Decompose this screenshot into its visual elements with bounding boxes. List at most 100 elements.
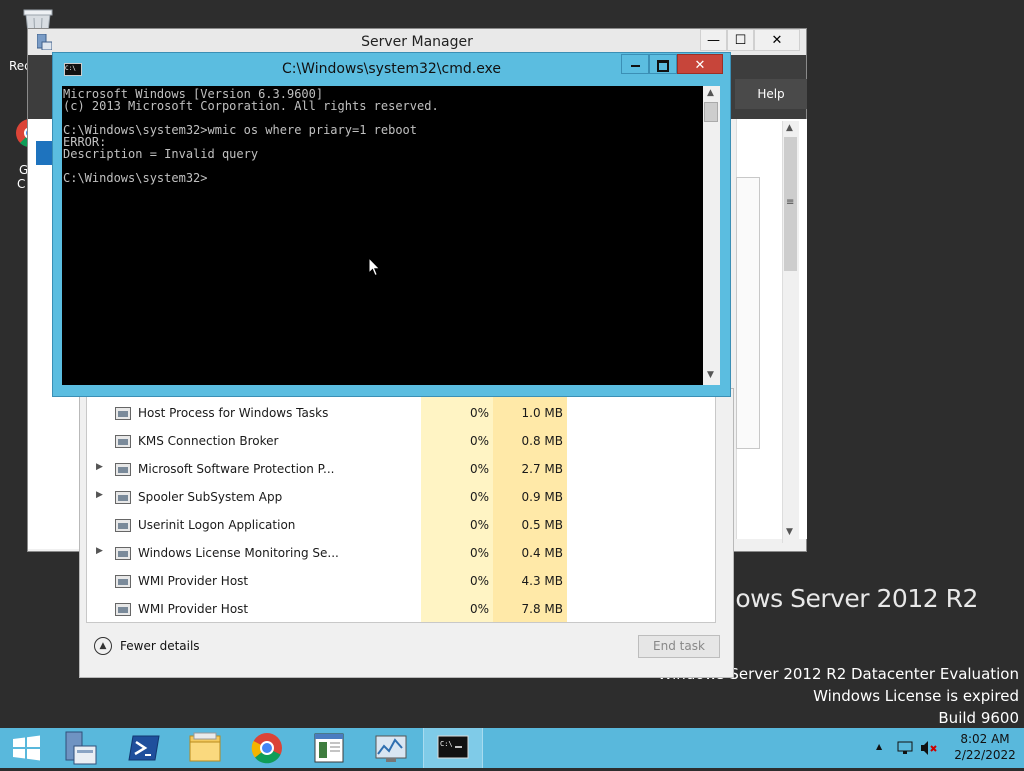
server-manager-minimize-button[interactable]: — [700,29,727,51]
process-name: Host Process for Windows Tasks [138,406,329,420]
start-icon [13,735,40,761]
cmd-taskbar-button[interactable]: C:\ [423,728,483,768]
taskbar: C:\ ▲ 8:02 AM 2/22/2022 [0,728,1024,768]
cmd-close-button[interactable]: ✕ [677,54,723,74]
server-manager-taskbar-button[interactable] [52,728,110,768]
process-name: Microsoft Software Protection P... [138,462,335,476]
process-memory: 0.4 MB [521,546,563,560]
scroll-down-icon[interactable]: ▼ [707,370,714,380]
process-name: Spooler SubSystem App [138,490,283,504]
mouse-cursor [368,256,381,280]
server-manager-maximize-button[interactable]: ☐ [727,29,754,51]
process-cpu: 0% [469,518,489,532]
volume-muted-icon[interactable] [920,740,938,759]
collapse-chevron-icon: ▲ [94,637,112,655]
gear-app-icon [115,603,131,616]
process-cpu: 0% [469,434,489,448]
cmd-minimize-button[interactable] [621,54,649,74]
scroll-grip-icon: ≡ [786,197,795,208]
svg-text:C:\: C:\ [440,740,453,748]
clock-time: 8:02 AM [960,732,1010,746]
process-cpu: 0% [469,490,489,504]
fewer-details-label: Fewer details [120,639,200,653]
process-memory: 0.9 MB [521,490,563,504]
app-icon [115,407,131,420]
process-name: Userinit Logon Application [138,518,296,532]
scroll-up-icon[interactable]: ▲ [707,88,714,98]
process-row[interactable]: WMI Provider Host 0% 7.8 MB [87,596,715,622]
process-memory: 0.8 MB [521,434,563,448]
printer-icon [115,491,131,504]
server-manager-close-button[interactable]: ✕ [754,29,800,51]
help-menu[interactable]: Help [735,79,807,109]
app-icon [115,547,131,560]
powershell-icon [128,735,160,761]
chrome-icon [251,733,282,764]
process-row[interactable]: KMS Connection Broker 0% 0.8 MB [87,428,715,456]
process-cpu: 0% [469,574,489,588]
clock-date: 2/22/2022 [954,748,1016,762]
end-task-button[interactable]: End task [638,635,720,658]
close-icon: ✕ [694,58,706,73]
cmd-titlebar[interactable]: C:\ C:\Windows\system32\cmd.exe ✕ [53,53,730,85]
license-watermark: Windows License is expired [813,687,1019,705]
expand-chevron-icon[interactable]: ▶ [96,462,103,472]
server-manager-icon [65,731,97,765]
file-explorer-icon [189,732,221,762]
process-cpu: 0% [469,602,489,616]
process-name: KMS Connection Broker [138,434,279,448]
app-icon [115,519,131,532]
powershell-taskbar-button[interactable] [115,728,173,768]
process-memory: 7.8 MB [521,602,563,616]
process-cpu: 0% [469,406,489,420]
expand-chevron-icon[interactable]: ▶ [96,490,103,500]
performance-monitor-icon [375,735,407,762]
chrome-taskbar-button[interactable] [238,728,296,768]
cmd-scrollbar[interactable]: ▲ ▼ [703,86,720,385]
process-name: WMI Provider Host [138,574,249,588]
process-name: WMI Provider Host [138,602,249,616]
process-memory: 4.3 MB [521,574,563,588]
notepad-taskbar-button[interactable] [300,728,358,768]
gear-app-icon [115,575,131,588]
cmd-output: Microsoft Windows [Version 6.3.9600] (c)… [63,87,439,185]
server-manager-title: Server Manager [361,34,473,50]
process-cpu: 0% [469,462,489,476]
process-row[interactable]: Userinit Logon Application 0% 0.5 MB [87,512,715,540]
process-memory: 1.0 MB [521,406,563,420]
scroll-down-icon[interactable]: ▼ [786,527,793,537]
process-row[interactable]: ▶ Spooler SubSystem App 0% 0.9 MB [87,484,715,512]
cmd-console[interactable]: Microsoft Windows [Version 6.3.9600] (c)… [62,86,703,385]
expand-chevron-icon[interactable]: ▶ [96,546,103,556]
process-row[interactable]: Host Process for Windows Tasks 0% 1.0 MB [87,400,715,428]
cmd-scroll-thumb[interactable] [704,102,718,122]
app-icon [115,435,131,448]
notepad-icon [314,733,344,763]
process-cpu: 0% [469,546,489,560]
os-brand-watermark: dows Server 2012 R2 [720,584,978,613]
cmd-maximize-button[interactable] [649,54,677,74]
system-clock[interactable]: 8:02 AM 2/22/2022 [950,731,1020,763]
process-memory: 0.5 MB [521,518,563,532]
cmd-icon: C:\ [437,735,469,759]
maximize-icon [657,59,669,72]
start-button[interactable] [0,728,58,768]
process-row[interactable]: ▶ Windows License Monitoring Se... 0% 0.4 M… [87,540,715,568]
process-name: Windows License Monitoring Se... [138,546,339,560]
server-manager-panel-box [736,177,760,449]
network-icon[interactable] [897,740,913,759]
server-manager-scrollbar[interactable]: ▲ ≡ ▼ [782,121,799,543]
process-row[interactable]: ▶ Microsoft Software Protection P... 0% 2.7… [87,456,715,484]
process-memory: 2.7 MB [521,462,563,476]
process-row[interactable]: WMI Provider Host 0% 4.3 MB [87,568,715,596]
process-list[interactable]: Host Process for Windows Tasks 0% 1.0 MB KM… [86,389,716,623]
chrome-desktop-label-2: C [17,177,26,191]
file-explorer-taskbar-button[interactable] [176,728,234,768]
cmd-window: C:\ C:\Windows\system32\cmd.exe ✕ Micros… [52,52,731,397]
performance-monitor-taskbar-button[interactable] [362,728,420,768]
app-icon [115,463,131,476]
show-hidden-icons-button[interactable]: ▲ [876,742,882,751]
minimize-icon [630,64,640,67]
task-manager-window: Host Process for Windows Tasks 0% 1.0 MB KM… [79,388,734,678]
scroll-up-icon[interactable]: ▲ [786,123,793,133]
